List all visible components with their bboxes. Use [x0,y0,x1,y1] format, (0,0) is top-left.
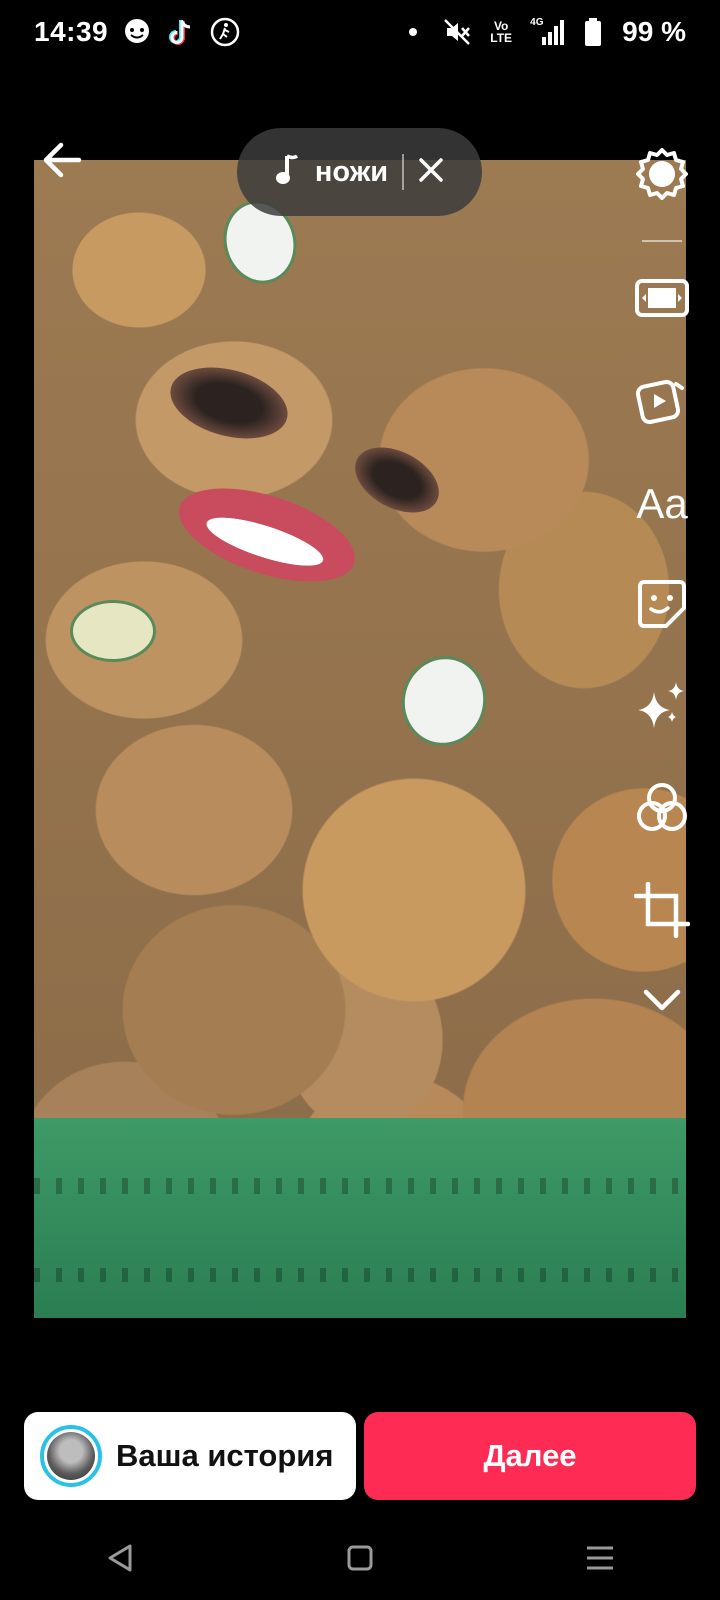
avatar-image [47,1432,95,1480]
close-icon[interactable] [418,157,444,188]
more-tools-button[interactable] [632,972,692,1032]
sparkle-icon [634,678,690,739]
status-right: Vo LTE 4G 99 % [398,16,686,48]
next-label: Далее [483,1438,577,1473]
settings-tool[interactable] [632,146,692,206]
network-type: 4G [530,17,544,28]
music-note-icon [275,153,301,192]
nav-recents-button[interactable] [560,1530,640,1590]
face-eye-left [162,355,296,451]
green-crate [34,1118,686,1318]
nav-home-button[interactable] [320,1530,400,1590]
arrow-left-icon [41,139,83,186]
battery-percent: 99 % [622,16,686,47]
back-triangle-icon [106,1543,134,1578]
next-button[interactable]: Далее [364,1412,696,1500]
photo-canvas[interactable] [34,160,686,1318]
crop-tool[interactable] [632,881,692,943]
fruit-sticker [70,600,156,662]
sticker-icon [636,578,688,635]
music-selector[interactable]: ножи [237,128,482,216]
filters-icon [634,780,690,841]
avatar [40,1425,102,1487]
nav-back-button[interactable] [80,1530,160,1590]
menu-lines-icon [585,1545,615,1576]
mute-icon [442,17,472,47]
gear-icon [634,146,690,207]
status-left: 14:39 [34,16,240,48]
music-title: ножи [314,155,389,188]
battery-icon [578,17,608,47]
system-nav-bar [0,1520,720,1600]
video-template-icon [634,372,690,433]
chevron-down-icon [642,988,682,1017]
text-tool-label: Aa [636,480,688,527]
volte-icon: Vo LTE [490,19,513,45]
status-bar: 14:39 Vo LTE 4G 99 % [0,0,720,64]
fruit-sticker [391,646,497,756]
divider [402,154,405,190]
aspect-ratio-icon [634,278,690,323]
text-tool[interactable]: Aa [632,474,692,534]
stickers-tool[interactable] [632,576,692,636]
effects-tool[interactable] [632,678,692,738]
home-square-icon [346,1544,374,1577]
dot-icon [398,17,428,47]
crop-icon [633,881,691,943]
filters-tool[interactable] [632,780,692,840]
aspect-ratio-tool[interactable] [632,270,692,330]
back-button[interactable] [36,136,88,188]
clock: 14:39 [34,16,109,47]
signal-icon: 4G [530,17,565,47]
chat-bubble-icon [122,17,152,47]
your-story-button[interactable]: Ваша история [24,1412,356,1500]
your-story-label: Ваша история [116,1438,334,1473]
templates-tool[interactable] [632,372,692,432]
toolbar-divider [642,240,682,242]
tiktok-icon [166,17,196,47]
accessibility-icon [210,17,240,47]
